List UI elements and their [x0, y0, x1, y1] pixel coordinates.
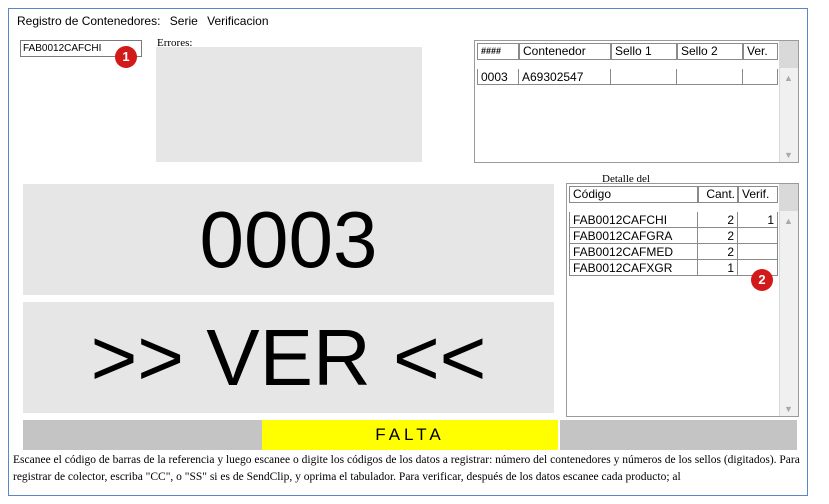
col-header-seal2[interactable]: Sello 2 — [677, 43, 743, 60]
detail-verif[interactable] — [738, 228, 778, 244]
containers-scrollbar[interactable]: ▲ ▼ — [779, 41, 798, 162]
row-seal2[interactable] — [677, 69, 743, 85]
annotation-badge-2: 2 — [751, 269, 773, 291]
col-header-seal1[interactable]: Sello 1 — [611, 43, 677, 60]
detail-qty[interactable]: 2 — [698, 244, 738, 260]
detail-verif[interactable] — [738, 244, 778, 260]
annotation-badge-1: 1 — [115, 46, 137, 68]
scroll-down-icon[interactable]: ▼ — [784, 150, 793, 160]
detail-code[interactable]: FAB0012CAFGRA — [569, 228, 698, 244]
menu-serie[interactable]: Serie — [170, 14, 198, 28]
detail-code[interactable]: FAB0012CAFMED — [569, 244, 698, 260]
status-bar-right — [560, 420, 797, 450]
errors-box — [156, 47, 422, 162]
title-menu-bar: Registro de Contenedores: Serie Verifica… — [17, 14, 275, 28]
detail-code[interactable]: FAB0012CAFCHI — [569, 212, 698, 228]
status-bar-left — [23, 420, 262, 450]
main-window: Registro de Contenedores: Serie Verifica… — [8, 8, 808, 496]
col-header-ver[interactable]: Ver. — [743, 43, 778, 60]
detail-scrollbar[interactable]: ▲ ▼ — [779, 184, 798, 416]
col-header-verif[interactable]: Verif. — [738, 186, 778, 203]
detail-verif[interactable]: 1 — [738, 212, 778, 228]
detail-table[interactable]: Código Cant. Verif. FAB0012CAFCHI 2 1 FA… — [566, 183, 799, 417]
col-header-qty[interactable]: Cant. — [698, 186, 738, 203]
containers-table[interactable]: #### Contenedor Sello 1 Sello 2 Ver. 000… — [474, 40, 799, 163]
row-seal1[interactable] — [611, 69, 677, 85]
detail-qty[interactable]: 1 — [698, 260, 738, 276]
instructions-text: Escanee el código de barras de la refere… — [13, 454, 800, 483]
col-header-container[interactable]: Contenedor — [519, 43, 611, 60]
status-indicator: FALTA — [262, 420, 558, 450]
detail-qty[interactable]: 2 — [698, 212, 738, 228]
col-header-number[interactable]: #### — [477, 43, 519, 60]
row-container[interactable]: A69302547 — [519, 69, 611, 85]
scroll-up-icon[interactable]: ▲ — [784, 73, 793, 83]
col-header-code[interactable]: Código — [569, 186, 698, 203]
menu-verificacion[interactable]: Verificacion — [207, 14, 268, 28]
row-ver[interactable] — [743, 69, 778, 85]
detail-qty[interactable]: 2 — [698, 228, 738, 244]
container-number-display: 0003 — [23, 184, 554, 295]
verify-status-display: >> VER << — [23, 302, 554, 413]
detail-code[interactable]: FAB0012CAFXGR — [569, 260, 698, 276]
row-number[interactable]: 0003 — [477, 69, 519, 85]
scroll-down-icon[interactable]: ▼ — [784, 404, 793, 414]
app-title: Registro de Contenedores: — [17, 14, 161, 28]
scroll-up-icon[interactable]: ▲ — [784, 216, 793, 226]
